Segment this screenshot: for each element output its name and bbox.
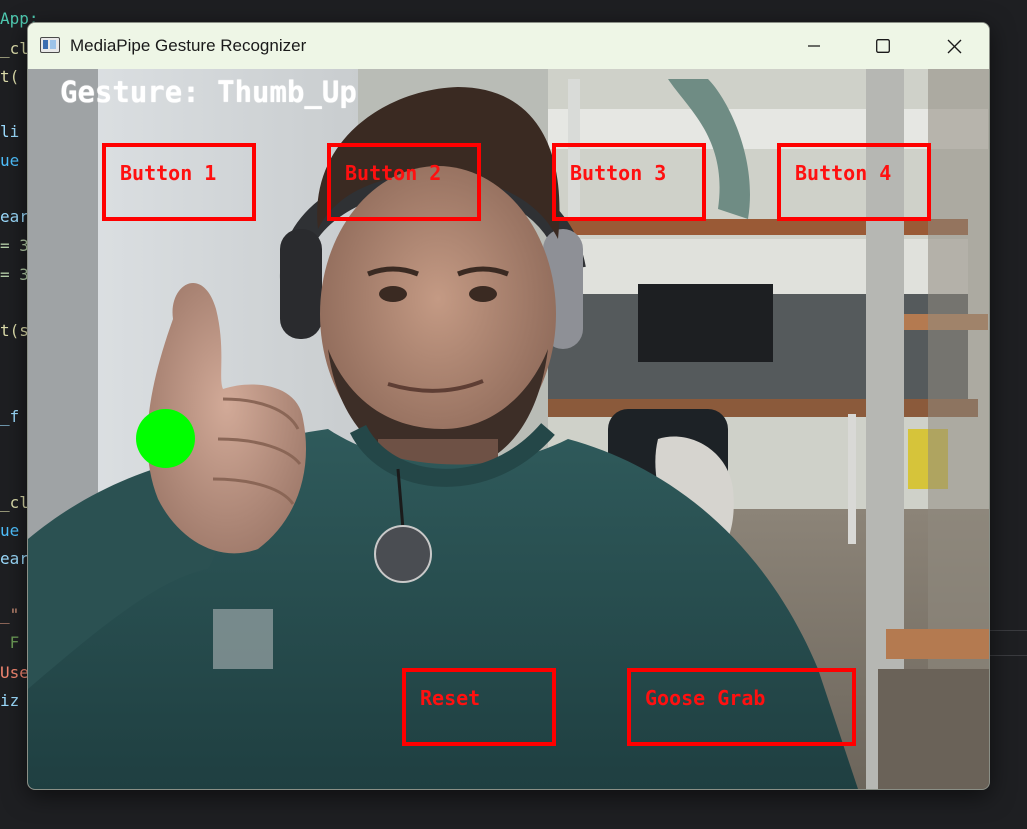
webcam-video-feed: Gesture: Thumb_Up Button 1 Button 2 Butt…: [28, 69, 989, 789]
maximize-icon: [876, 39, 890, 53]
virtual-button-1-label: Button 1: [120, 161, 217, 185]
gesture-recognizer-window: MediaPipe Gesture Recognizer Gesture: Th…: [27, 22, 990, 790]
hand-cursor-indicator: [136, 409, 195, 468]
virtual-button-2[interactable]: Button 2: [327, 143, 481, 221]
code-fragment: li: [0, 122, 20, 141]
code-fragment: _cl: [0, 39, 29, 58]
virtual-button-3[interactable]: Button 3: [552, 143, 706, 221]
code-fragment: Use: [0, 663, 29, 682]
code-fragment: _f: [0, 407, 20, 426]
virtual-button-4-label: Button 4: [795, 161, 892, 185]
code-fragment: F: [0, 633, 20, 652]
code-fragment: ear: [0, 549, 29, 568]
reset-button[interactable]: Reset: [402, 668, 556, 746]
editor-divider-line: [988, 655, 1027, 656]
minimize-icon: [808, 45, 820, 47]
title-bar[interactable]: MediaPipe Gesture Recognizer: [28, 23, 989, 69]
code-fragment: ue: [0, 151, 20, 170]
code-fragment: ear: [0, 207, 29, 226]
virtual-button-1[interactable]: Button 1: [102, 143, 256, 221]
code-fragment: iz: [0, 691, 20, 710]
close-icon: [947, 39, 961, 53]
close-button[interactable]: [919, 23, 989, 69]
virtual-button-2-label: Button 2: [345, 161, 442, 185]
virtual-button-4[interactable]: Button 4: [777, 143, 931, 221]
code-fragment: _": [0, 605, 20, 624]
minimize-button[interactable]: [779, 23, 849, 69]
window-title: MediaPipe Gesture Recognizer: [70, 36, 307, 55]
gesture-status-text: Gesture: Thumb_Up: [60, 75, 357, 109]
goose-grab-button[interactable]: Goose Grab: [627, 668, 856, 746]
app-window-icon: [40, 37, 60, 53]
goose-grab-button-label: Goose Grab: [645, 686, 766, 710]
code-fragment: ue: [0, 521, 20, 540]
reset-button-label: Reset: [420, 686, 481, 710]
virtual-button-3-label: Button 3: [570, 161, 667, 185]
editor-divider-line: [988, 630, 1027, 631]
code-fragment: _cl: [0, 493, 29, 512]
maximize-button[interactable]: [848, 23, 918, 69]
code-fragment: t(: [0, 67, 20, 86]
